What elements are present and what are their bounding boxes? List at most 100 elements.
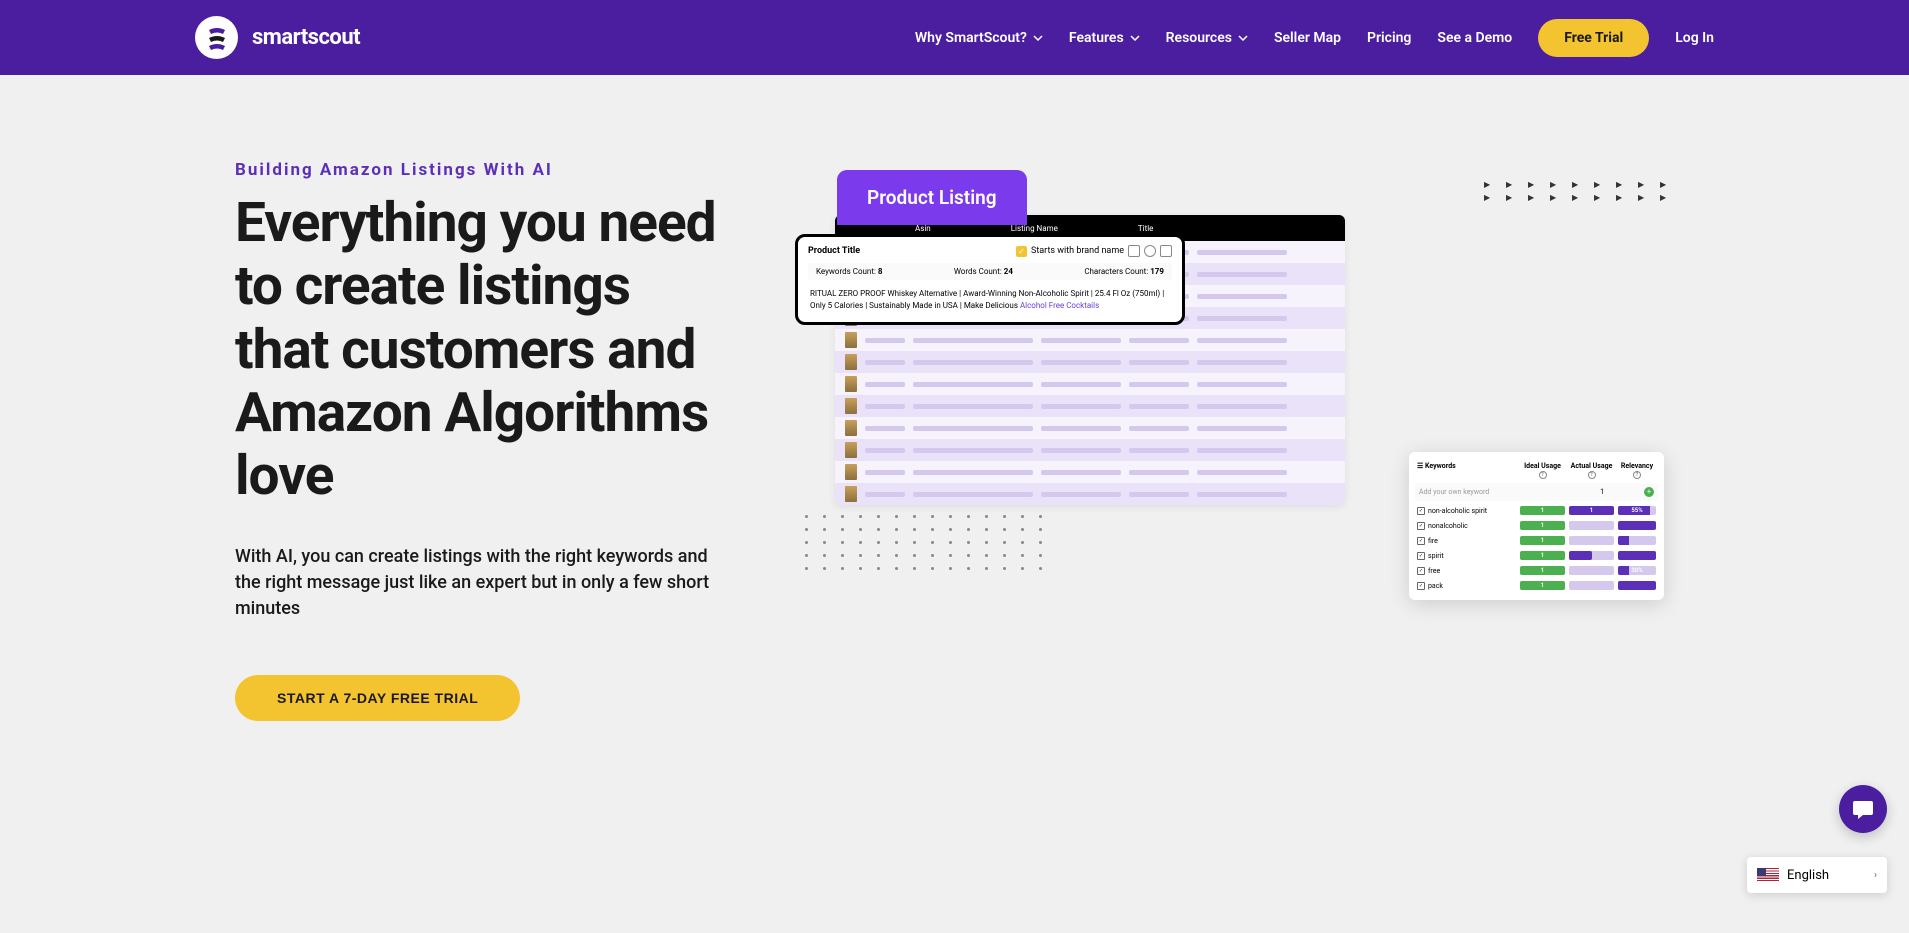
table-row bbox=[835, 329, 1345, 351]
chevron-down-icon bbox=[1130, 35, 1140, 41]
relevancy-bar bbox=[1618, 551, 1656, 560]
checkbox-icon: ✓ bbox=[1417, 582, 1425, 590]
relevancy-bar: 55% bbox=[1618, 506, 1656, 515]
nav-login[interactable]: Log In bbox=[1675, 30, 1714, 46]
refresh-icon bbox=[1144, 245, 1156, 257]
relevancy-bar bbox=[1618, 581, 1656, 590]
product-title-label: Product Title bbox=[808, 246, 860, 256]
ideal-usage-bar: 1 bbox=[1520, 506, 1565, 515]
hero-eyebrow: Building Amazon Listings With AI bbox=[235, 160, 735, 180]
logo[interactable]: smartscout bbox=[195, 16, 360, 59]
chevron-down-icon bbox=[1033, 35, 1043, 41]
keyword-add-placeholder: Add your own keyword bbox=[1419, 488, 1600, 496]
ideal-usage-bar: 1 bbox=[1520, 521, 1565, 530]
product-title-card: Product Title ✓ Starts with brand name K… bbox=[795, 234, 1185, 325]
actual-usage-bar bbox=[1569, 536, 1614, 545]
checkbox-icon: ✓ bbox=[1417, 552, 1425, 560]
keyword-row: ✓pack 1 bbox=[1415, 579, 1658, 592]
nav-features-label: Features bbox=[1069, 30, 1124, 46]
chat-button[interactable] bbox=[1839, 785, 1887, 833]
ideal-usage-bar: 1 bbox=[1520, 551, 1565, 560]
ideal-usage-bar: 1 bbox=[1520, 536, 1565, 545]
hero-copy: Building Amazon Listings With AI Everyth… bbox=[235, 160, 735, 721]
keyword-text: nonalcoholic bbox=[1428, 522, 1468, 530]
keyword-row: ✓nonalcoholic1 bbox=[1415, 519, 1658, 532]
product-card-controls: ✓ Starts with brand name bbox=[1016, 245, 1172, 257]
hero-section: Building Amazon Listings With AI Everyth… bbox=[0, 75, 1909, 721]
table-row bbox=[835, 395, 1345, 417]
ideal-usage-bar: 1 bbox=[1520, 581, 1565, 590]
language-label: English bbox=[1787, 868, 1829, 883]
table-row bbox=[835, 373, 1345, 395]
decoration-dots bbox=[805, 515, 1053, 570]
keyword-row: ✓spirit 11 bbox=[1415, 549, 1658, 562]
nav-sellermap-label: Seller Map bbox=[1274, 30, 1341, 46]
keyword-text: spirit bbox=[1428, 552, 1444, 560]
actual-usage-bar: 1 bbox=[1569, 506, 1614, 515]
help-icon: ? bbox=[1539, 471, 1547, 479]
kw-count-label: Keywords Count: bbox=[816, 267, 876, 276]
keywords-header: ☰ Keywords Ideal Usage ? Actual Usage ? … bbox=[1415, 458, 1658, 483]
actual-usage-bar: 1 bbox=[1569, 551, 1614, 560]
keyword-text: free bbox=[1428, 567, 1440, 575]
brand-check-label: Starts with brand name bbox=[1031, 246, 1124, 256]
word-count-value: 24 bbox=[1004, 267, 1013, 276]
word-count-label: Words Count: bbox=[954, 267, 1002, 276]
keywords-panel: ☰ Keywords Ideal Usage ? Actual Usage ? … bbox=[1409, 452, 1664, 600]
free-trial-button[interactable]: Free Trial bbox=[1538, 19, 1649, 57]
flag-us-icon bbox=[1757, 868, 1779, 883]
keyword-text: fire bbox=[1428, 537, 1438, 545]
relevancy-bar bbox=[1618, 536, 1656, 545]
kw-col-keywords: Keywords bbox=[1425, 462, 1456, 470]
table-row bbox=[835, 351, 1345, 373]
hero-illustration: ▶▶▶▶▶▶▶▶▶▶▶▶▶▶▶▶▶▶ Product Listing Asin … bbox=[795, 160, 1674, 600]
actual-usage-bar bbox=[1569, 581, 1614, 590]
settings-icon bbox=[1160, 245, 1172, 257]
nav-demo[interactable]: See a Demo bbox=[1437, 30, 1512, 46]
keyword-text: pack bbox=[1428, 582, 1443, 590]
language-selector[interactable]: English › bbox=[1747, 857, 1887, 893]
kw-count-value: 8 bbox=[878, 267, 883, 276]
table-row bbox=[835, 461, 1345, 483]
product-title-text: RITUAL ZERO PROOF Whiskey Alternative | … bbox=[808, 286, 1172, 314]
nav-features[interactable]: Features bbox=[1069, 30, 1140, 46]
keyword-text: non-alcoholic spirit bbox=[1428, 507, 1487, 515]
nav-pricing-label: Pricing bbox=[1367, 30, 1411, 46]
nav-pricing[interactable]: Pricing bbox=[1367, 30, 1411, 46]
hero-subhead: With AI, you can create listings with th… bbox=[235, 544, 735, 622]
checkbox-icon: ✓ bbox=[1417, 567, 1425, 575]
keyword-add-row: Add your own keyword 1 + bbox=[1415, 483, 1658, 501]
nav-why[interactable]: Why SmartScout? bbox=[915, 30, 1043, 46]
chevron-right-icon: › bbox=[1874, 870, 1877, 881]
header: smartscout Why SmartScout? Features Reso… bbox=[0, 0, 1909, 75]
kw-col-relevancy: Relevancy bbox=[1621, 462, 1653, 470]
nav-resources-label: Resources bbox=[1166, 30, 1232, 46]
keyword-add-count: 1 bbox=[1600, 488, 1604, 496]
nav-resources[interactable]: Resources bbox=[1166, 30, 1248, 46]
chat-icon bbox=[1851, 797, 1875, 821]
help-icon: ? bbox=[1588, 471, 1596, 479]
nav-login-label: Log In bbox=[1675, 30, 1714, 46]
kw-col-ideal: Ideal Usage bbox=[1524, 462, 1561, 470]
start-trial-button[interactable]: START A 7-DAY FREE TRIAL bbox=[235, 675, 520, 721]
logo-text: smartscout bbox=[252, 25, 360, 50]
keyword-row: ✓free130% bbox=[1415, 564, 1658, 577]
ideal-usage-bar: 1 bbox=[1520, 566, 1565, 575]
brand-check-icon: ✓ bbox=[1016, 246, 1027, 257]
actual-usage-bar bbox=[1569, 566, 1614, 575]
col-title: Title bbox=[1138, 224, 1154, 233]
nav-sellermap[interactable]: Seller Map bbox=[1274, 30, 1341, 46]
product-text-highlight: Alcohol Free Cocktails bbox=[1020, 301, 1099, 310]
help-icon: ? bbox=[1633, 471, 1641, 479]
table-row bbox=[835, 483, 1345, 505]
kw-col-actual: Actual Usage bbox=[1571, 462, 1613, 470]
actual-usage-bar bbox=[1569, 521, 1614, 530]
free-trial-label: Free Trial bbox=[1564, 30, 1623, 46]
checkbox-icon: ✓ bbox=[1417, 537, 1425, 545]
checkbox-icon: ✓ bbox=[1417, 507, 1425, 515]
table-row bbox=[835, 439, 1345, 461]
keyword-row: ✓non-alcoholic spirit 11 55% bbox=[1415, 504, 1658, 517]
logo-icon bbox=[195, 16, 238, 59]
nav-demo-label: See a Demo bbox=[1437, 30, 1512, 46]
product-text-main: RITUAL ZERO PROOF Whiskey Alternative | … bbox=[810, 289, 1164, 310]
